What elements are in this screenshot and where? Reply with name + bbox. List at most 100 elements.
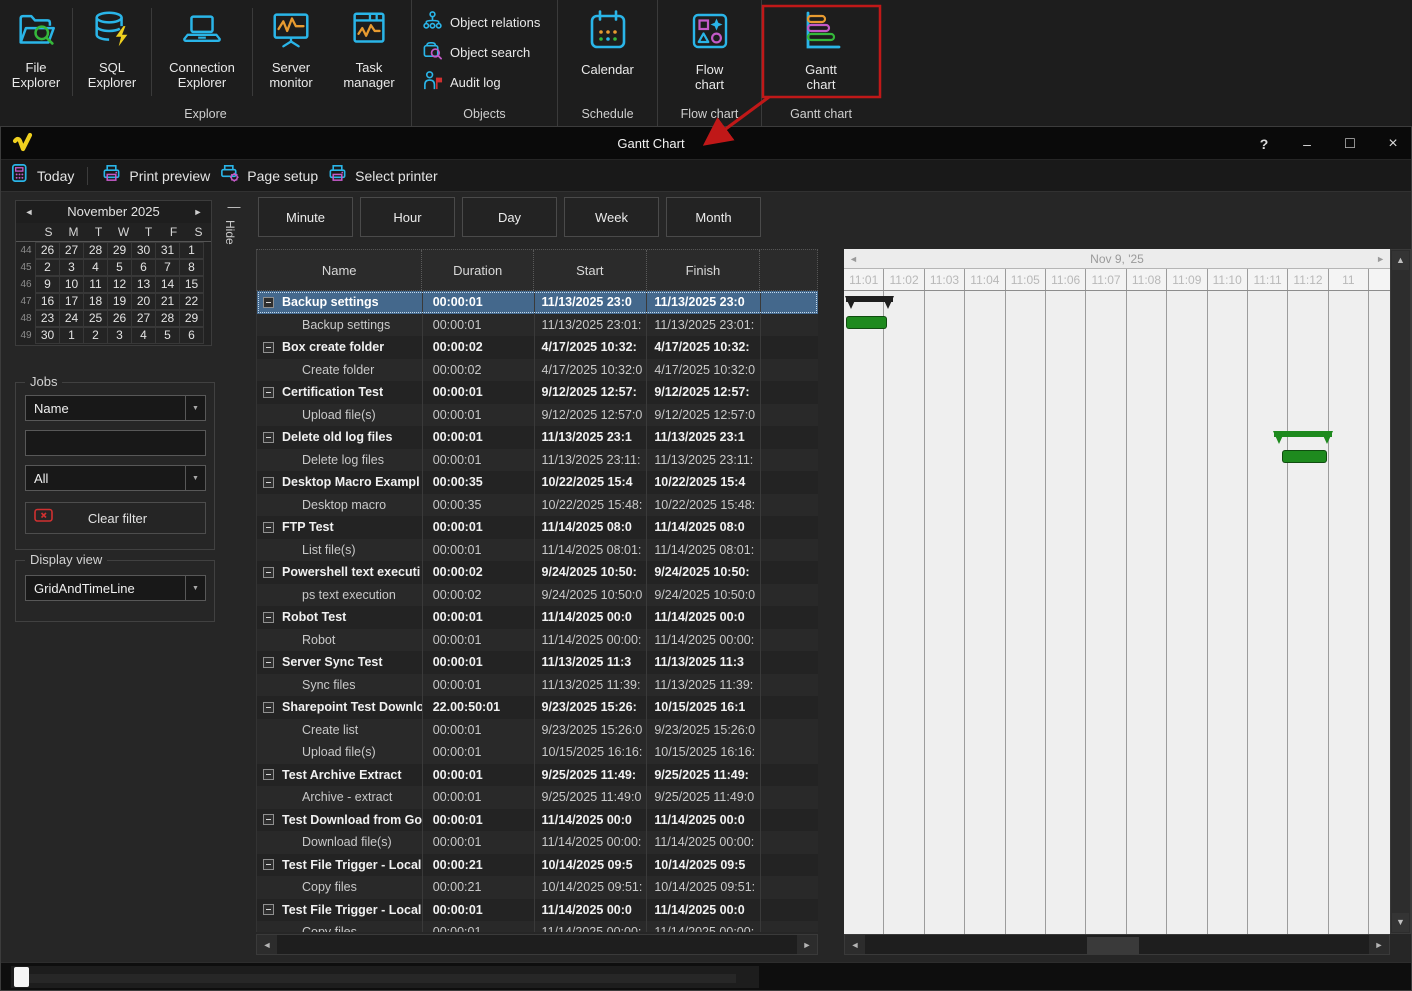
calendar-next-icon[interactable]: ► [189, 201, 207, 223]
collapse-icon[interactable] [263, 386, 274, 398]
table-row[interactable]: Upload file(s) 00:00:01 9/12/2025 12:57:0 9… [257, 403, 818, 426]
calendar-day-cell[interactable]: 6 [179, 327, 204, 344]
scroll-left-icon[interactable]: ◄ [257, 935, 277, 954]
grid-horizontal-scrollbar[interactable]: ◄ ► [256, 934, 818, 955]
sql-explorer-button[interactable]: SQL Explorer [73, 4, 151, 100]
timeline-next-icon[interactable]: ► [1376, 249, 1385, 269]
select-printer-button[interactable]: Select printer [327, 162, 438, 189]
calendar-day-cell[interactable]: 26 [35, 242, 60, 259]
table-row[interactable]: Backup settings 00:00:01 11/13/2025 23:0 11… [257, 291, 818, 314]
table-row[interactable]: Server Sync Test 00:00:01 11/13/2025 11:3 1… [257, 651, 818, 674]
calendar-day-cell[interactable]: 4 [131, 327, 156, 344]
column-header-duration[interactable]: Duration [422, 250, 535, 290]
calendar-day-cell[interactable]: 22 [179, 293, 204, 310]
calendar-day-cell[interactable]: 25 [83, 310, 108, 327]
scroll-up-icon[interactable]: ▲ [1392, 251, 1409, 270]
calendar-day-cell[interactable]: 24 [59, 310, 84, 327]
collapse-icon[interactable] [263, 701, 274, 713]
table-row[interactable]: Test File Trigger - Local 00:00:21 10/14/2… [257, 853, 818, 876]
calendar-day-cell[interactable]: 30 [131, 242, 156, 259]
table-row[interactable]: Delete old log files 00:00:01 11/13/2025 2… [257, 426, 818, 449]
collapse-icon[interactable]: — [223, 200, 245, 214]
table-row[interactable]: Copy files 00:00:01 11/14/2025 00:00: 11/14… [257, 921, 818, 932]
table-row[interactable]: Powershell text executi 00:00:02 9/24/2025… [257, 561, 818, 584]
calendar-button[interactable]: Calendar [560, 4, 656, 100]
collapse-icon[interactable] [263, 431, 274, 443]
calendar-day-cell[interactable]: 29 [107, 242, 132, 259]
calendar-day-cell[interactable]: 23 [35, 310, 60, 327]
display-view-dropdown[interactable]: GridAndTimeLine ▼ [25, 575, 206, 601]
table-row[interactable]: Copy files 00:00:21 10/14/2025 09:51: 10/14… [257, 876, 818, 899]
calendar-day-cell[interactable]: 11 [83, 276, 108, 293]
calendar-day-cell[interactable]: 1 [179, 242, 204, 259]
scale-button-minute[interactable]: Minute [258, 197, 353, 237]
calendar-day-cell[interactable]: 13 [131, 276, 156, 293]
page-setup-button[interactable]: Page setup [219, 162, 318, 189]
calendar-day-cell[interactable]: 21 [155, 293, 180, 310]
table-row[interactable]: Sync files 00:00:01 11/13/2025 11:39: 11/13… [257, 673, 818, 696]
gantt-horizontal-scrollbar[interactable]: ◄ ► [844, 934, 1390, 955]
jobs-filter-by-dropdown[interactable]: Name ▼ [25, 395, 206, 421]
calendar-day-cell[interactable]: 8 [179, 259, 204, 276]
collapse-icon[interactable] [263, 859, 274, 871]
table-row[interactable]: Delete log files 00:00:01 11/13/2025 23:11… [257, 448, 818, 471]
scale-button-month[interactable]: Month [666, 197, 761, 237]
column-header-name[interactable]: Name [257, 250, 423, 290]
bottom-scrollbar[interactable] [11, 966, 759, 988]
scale-button-week[interactable]: Week [564, 197, 659, 237]
gantt-chart-area[interactable] [844, 291, 1390, 934]
table-row[interactable]: List file(s) 00:00:01 11/14/2025 08:01: 11/… [257, 538, 818, 561]
collapse-icon[interactable] [263, 656, 274, 668]
collapse-icon[interactable] [263, 769, 274, 781]
close-button[interactable]: × [1385, 135, 1401, 153]
flow-chart-button[interactable]: Flow chart [662, 4, 758, 100]
collapse-icon[interactable] [263, 611, 274, 623]
calendar-day-cell[interactable]: 31 [155, 242, 180, 259]
calendar-day-cell[interactable]: 6 [131, 259, 156, 276]
collapse-icon[interactable] [263, 521, 274, 533]
scroll-right-icon[interactable]: ► [1369, 935, 1389, 954]
calendar-day-cell[interactable]: 20 [131, 293, 156, 310]
titlebar[interactable]: Gantt Chart ? – □ × [1, 127, 1411, 160]
calendar-day-cell[interactable]: 2 [83, 327, 108, 344]
server-monitor-button[interactable]: Server monitor [253, 4, 329, 100]
hide-panel-tab[interactable]: — Hide [223, 200, 245, 260]
table-row[interactable]: Archive - extract 00:00:01 9/25/2025 11:49… [257, 786, 818, 809]
table-row[interactable]: Robot Test 00:00:01 11/14/2025 00:0 11/14/2… [257, 606, 818, 629]
gantt-summary-bar[interactable] [1273, 431, 1333, 444]
minimize-button[interactable]: – [1299, 136, 1315, 152]
calendar-day-cell[interactable]: 27 [59, 242, 84, 259]
calendar-day-cell[interactable]: 14 [155, 276, 180, 293]
calendar-day-cell[interactable]: 3 [107, 327, 132, 344]
calendar-day-cell[interactable]: 12 [107, 276, 132, 293]
collapse-icon[interactable] [263, 476, 274, 488]
print-preview-button[interactable]: Print preview [101, 162, 210, 189]
calendar-day-cell[interactable]: 15 [179, 276, 204, 293]
gantt-chart-button[interactable]: Gantt chart [766, 4, 876, 100]
scroll-thumb[interactable] [1087, 937, 1139, 954]
scale-button-hour[interactable]: Hour [360, 197, 455, 237]
calendar-day-cell[interactable]: 28 [155, 310, 180, 327]
audit-log-button[interactable]: Audit log [412, 68, 557, 98]
calendar-day-cell[interactable]: 18 [83, 293, 108, 310]
calendar-day-cell[interactable]: 16 [35, 293, 60, 310]
table-row[interactable]: Sharepoint Test Downlo 22.00:50:01 9/23/20… [257, 696, 818, 719]
timeline-prev-icon[interactable]: ◄ [849, 249, 858, 269]
gantt-vertical-scrollbar[interactable]: ▲ ▼ [1390, 249, 1411, 934]
maximize-button[interactable]: □ [1342, 135, 1358, 153]
jobs-status-dropdown[interactable]: All ▼ [25, 465, 206, 491]
collapse-icon[interactable] [263, 566, 274, 578]
table-row[interactable]: Test Download from Go 00:00:01 11/14/2025 … [257, 808, 818, 831]
gantt-task-bar[interactable] [1282, 450, 1327, 463]
file-explorer-button[interactable]: File Explorer [0, 4, 72, 100]
object-search-button[interactable]: Object search [412, 38, 557, 68]
table-row[interactable]: Upload file(s) 00:00:01 10/15/2025 16:16: 1… [257, 741, 818, 764]
table-row[interactable]: Create list 00:00:01 9/23/2025 15:26:0 9/23… [257, 718, 818, 741]
table-row[interactable]: Backup settings 00:00:01 11/13/2025 23:01:… [257, 313, 818, 336]
scroll-thumb[interactable] [14, 967, 29, 987]
scroll-down-icon[interactable]: ▼ [1392, 913, 1409, 932]
calendar-day-cell[interactable]: 4 [83, 259, 108, 276]
table-row[interactable]: Download file(s) 00:00:01 11/14/2025 00:00… [257, 831, 818, 854]
gantt-task-bar[interactable] [846, 316, 887, 329]
table-row[interactable]: Desktop macro 00:00:35 10/22/2025 15:48: 10… [257, 493, 818, 516]
